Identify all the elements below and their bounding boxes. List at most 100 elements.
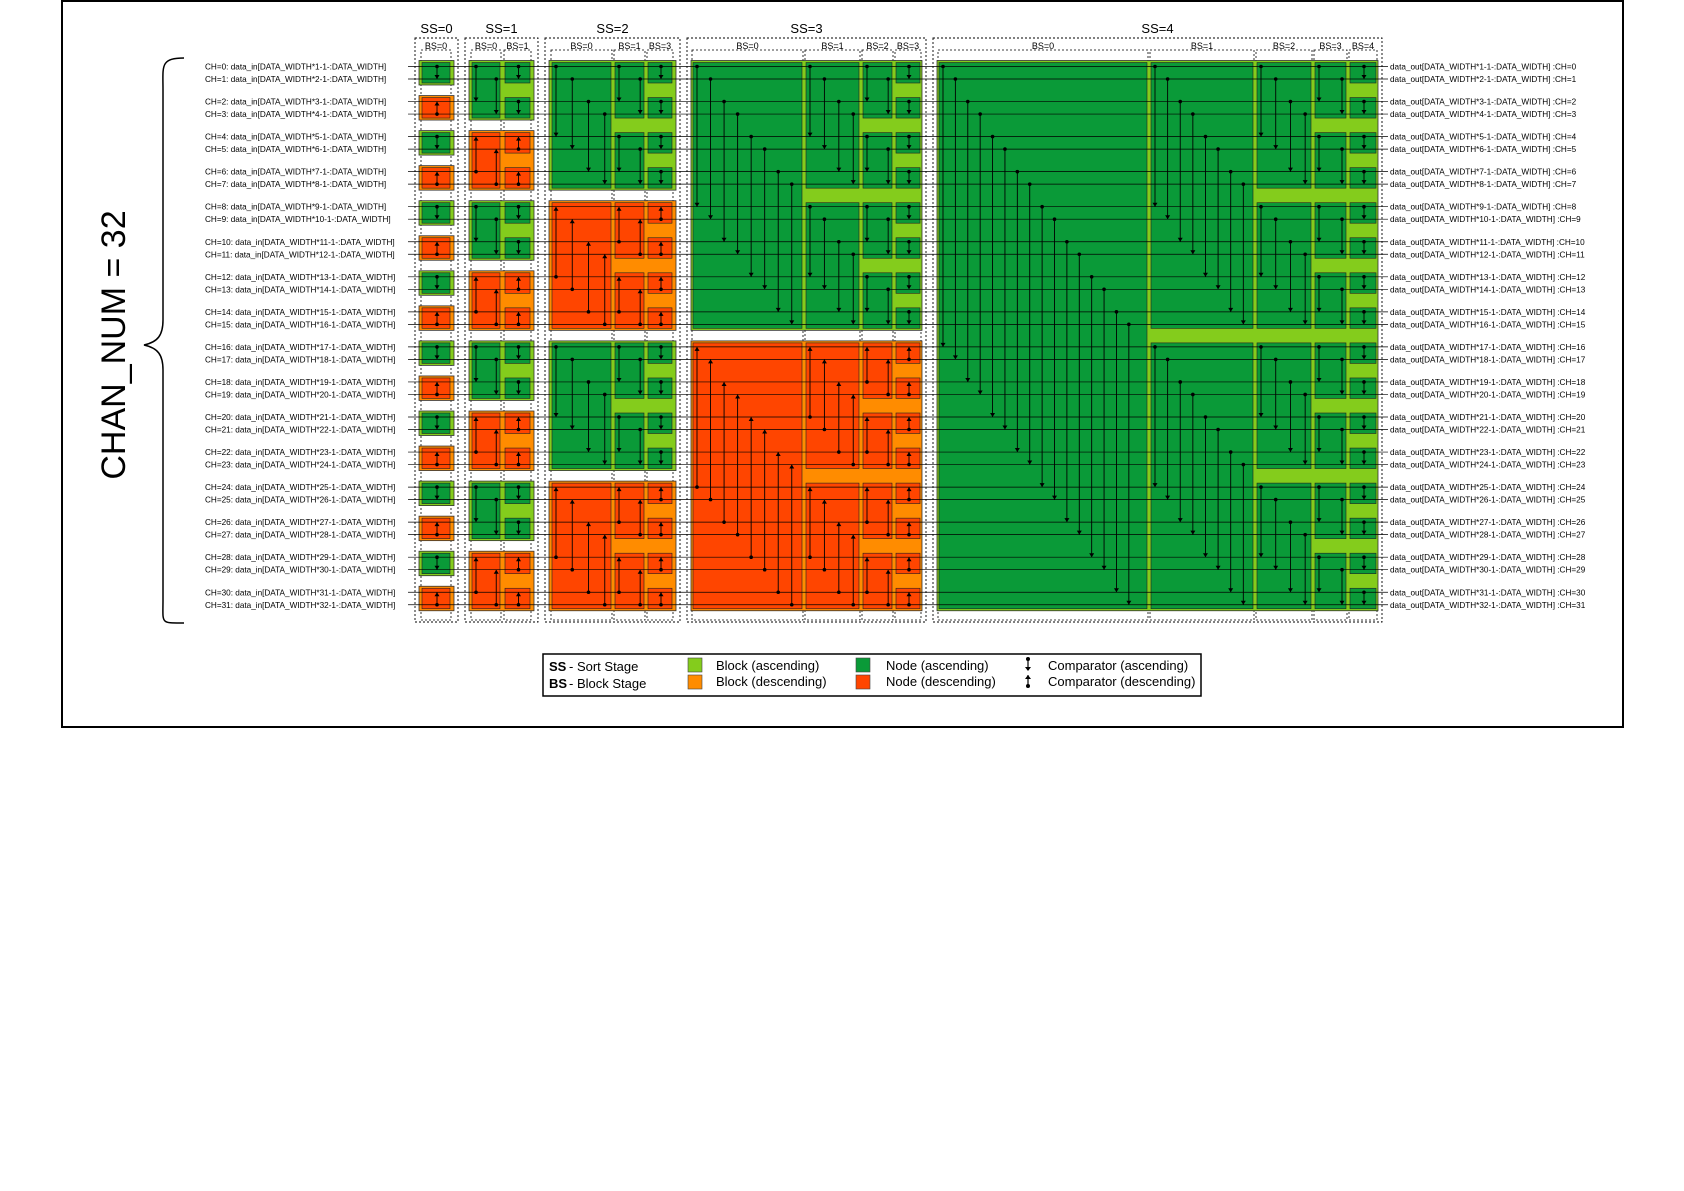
node-descending (805, 482, 860, 610)
block-stage-label: BS=1 (1191, 41, 1213, 51)
output-channel-label: data_out[DATA_WIDTH*5-1-:DATA_WIDTH] :CH… (1390, 133, 1577, 142)
comparator-dot (570, 287, 575, 292)
node-ascending (1150, 62, 1254, 329)
output-channel-label: data_out[DATA_WIDTH*2-1-:DATA_WIDTH] :CH… (1390, 75, 1577, 84)
output-channel-label: data_out[DATA_WIDTH*24-1-:DATA_WIDTH] :C… (1390, 461, 1586, 470)
comparator-dot (435, 392, 439, 397)
node-ascending (1256, 482, 1312, 610)
comparator-dot (1040, 204, 1044, 209)
output-channel-label: data_out[DATA_WIDTH*26-1-:DATA_WIDTH] :C… (1390, 496, 1586, 505)
output-channel-label: data_out[DATA_WIDTH*3-1-:DATA_WIDTH] :CH… (1390, 98, 1577, 107)
comparator-dot (494, 462, 499, 467)
comparator-dot (602, 112, 607, 116)
legend-block-desc: Block (descending) (716, 674, 827, 689)
comparator-dot (1362, 555, 1366, 559)
sort-stage-label: SS=4 (1141, 21, 1173, 36)
comparator-dot (494, 77, 499, 81)
comparator-dot (516, 462, 521, 467)
comparator-dot (695, 485, 699, 489)
comparator-dot (1288, 380, 1293, 384)
comparator-dot (941, 64, 945, 69)
comparator-dot (435, 275, 439, 279)
comparator-dot (638, 532, 642, 537)
block-stage-label: BS=3 (1319, 41, 1341, 51)
comparator-dot (907, 204, 911, 209)
comparator-dot (1027, 182, 1032, 186)
node-descending (805, 342, 860, 469)
comparator-dot (1102, 287, 1106, 292)
comparator-dot (907, 392, 911, 397)
comparator-dot (1127, 322, 1131, 327)
input-channel-label: CH=6: data_in[DATA_WIDTH*7-1-:DATA_WIDTH… (205, 168, 386, 177)
comparator-dot (822, 427, 827, 432)
comparator-dot (1178, 99, 1183, 104)
comparator-dot (808, 204, 812, 209)
comparator-dot (617, 415, 621, 419)
output-channel-label: data_out[DATA_WIDTH*12-1-:DATA_WIDTH] :C… (1390, 250, 1585, 259)
comparator-dot (1340, 497, 1344, 502)
comparator-dot (494, 322, 499, 327)
comparator-dot (659, 169, 663, 174)
comparator-dot (494, 602, 499, 607)
node-ascending (1256, 342, 1312, 469)
input-channel-label: CH=27: data_in[DATA_WIDTH*28-1-:DATA_WID… (205, 531, 395, 540)
comparator-dot (659, 567, 663, 572)
comparator-dot (708, 77, 713, 81)
input-channel-label: CH=15: data_in[DATA_WIDTH*16-1-:DATA_WID… (205, 320, 395, 329)
comparator-dot (837, 99, 841, 104)
comparator-dot (1340, 567, 1344, 572)
comparator-dot (907, 462, 911, 467)
comparator-dot (822, 77, 827, 81)
comparator-dot (1288, 520, 1293, 524)
comparator-dot (735, 112, 740, 116)
comparator-dot (659, 497, 663, 502)
input-channel-label: CH=3: data_in[DATA_WIDTH*4-1-:DATA_WIDTH… (205, 110, 386, 119)
comparator-dot (1317, 275, 1321, 279)
comparator-dot (1259, 204, 1263, 209)
comparator-dot (659, 252, 663, 257)
input-channel-label: CH=28: data_in[DATA_WIDTH*29-1-:DATA_WID… (205, 553, 395, 562)
comparator-dot (586, 310, 591, 314)
comparator-dot (659, 322, 663, 327)
output-channel-label: data_out[DATA_WIDTH*1-1-:DATA_WIDTH] :CH… (1390, 63, 1577, 72)
comparator-dot (1288, 99, 1293, 104)
block-stage-label: BS=0 (475, 41, 497, 51)
comparator-dot (722, 520, 726, 524)
block-stage-label: BS=0 (425, 41, 447, 51)
comparator-dot (1303, 392, 1307, 397)
comparator-dot (1089, 275, 1094, 279)
comparator-dot (1228, 450, 1233, 454)
comparator-dot (516, 204, 521, 209)
comparator-dot (638, 357, 642, 362)
comparator-dot (1362, 345, 1366, 349)
comparator-dot (1362, 99, 1366, 104)
input-channel-label: CH=18: data_in[DATA_WIDTH*19-1-:DATA_WID… (205, 378, 395, 387)
legend-block-asc: Block (ascending) (716, 658, 819, 673)
comparator-dot (822, 567, 827, 572)
node-descending (551, 202, 612, 329)
comparator-dot (1153, 64, 1157, 69)
comparator-dot (822, 217, 827, 221)
comparator-dot (554, 345, 558, 349)
node-ascending (1314, 132, 1347, 189)
comparator-dot (851, 112, 856, 116)
comparator-dot (1362, 590, 1366, 595)
output-channel-label: data_out[DATA_WIDTH*27-1-:DATA_WIDTH] :C… (1390, 518, 1586, 527)
comparator-dot (907, 64, 911, 69)
node-ascending (551, 342, 612, 469)
output-channel-label: data_out[DATA_WIDTH*16-1-:DATA_WIDTH] :C… (1390, 320, 1586, 329)
comparator-dot (474, 485, 478, 489)
comparator-dot (1340, 147, 1344, 151)
comparator-dot (1178, 380, 1183, 384)
node-ascending (1314, 552, 1347, 610)
comparator-dot (865, 275, 869, 279)
block-stage-label: BS=3 (649, 41, 671, 51)
comparator-dot (638, 322, 642, 327)
comparator-dot (886, 147, 890, 151)
comparator-dot (1317, 204, 1321, 209)
comparator-dot (617, 345, 621, 349)
input-channel-label: CH=22: data_in[DATA_WIDTH*23-1-:DATA_WID… (205, 448, 395, 457)
node-ascending (1256, 62, 1312, 189)
comparator-dot (516, 239, 521, 244)
comparator-dot (435, 462, 439, 467)
